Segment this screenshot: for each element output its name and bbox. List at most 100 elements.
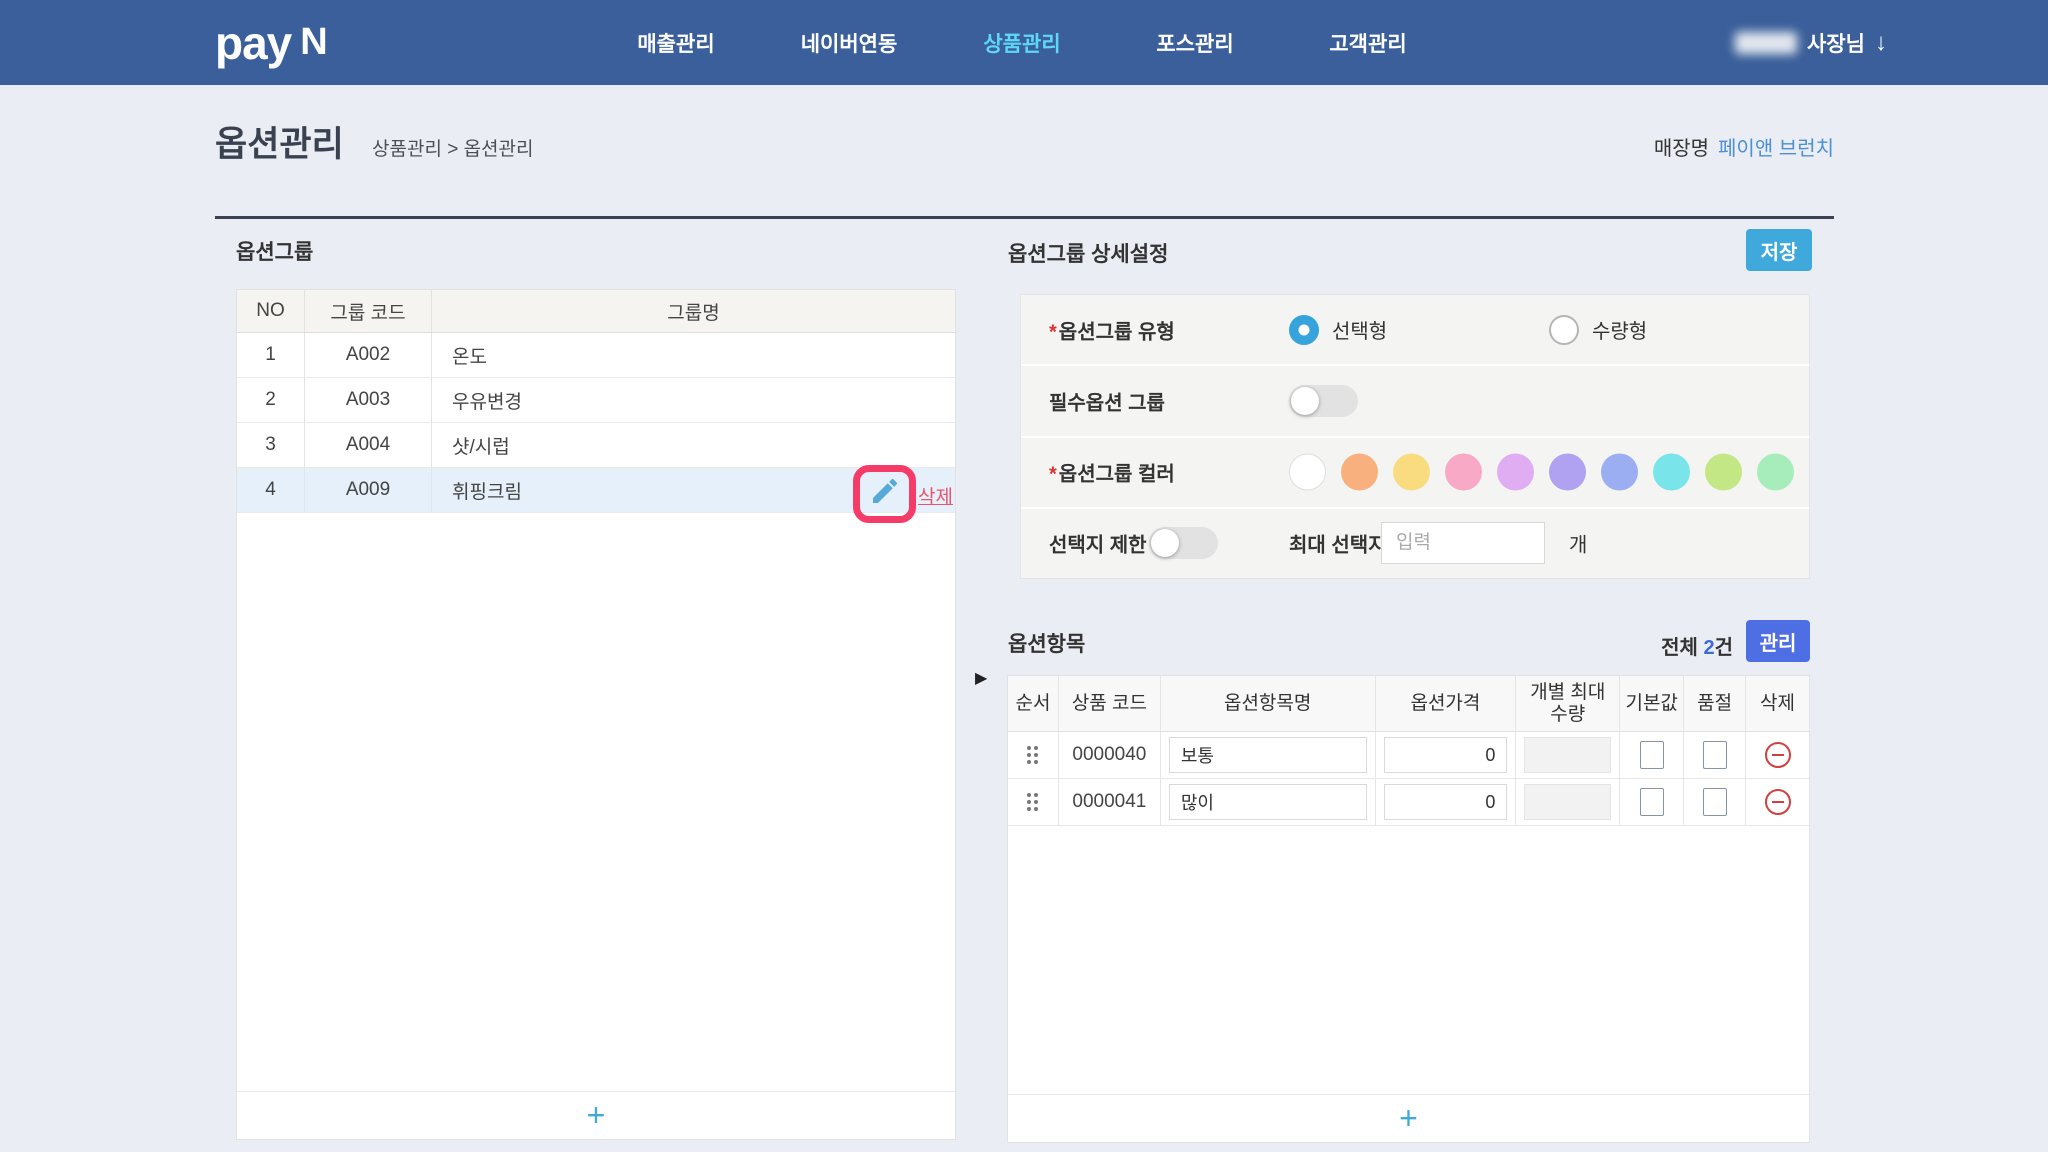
nav-item-products[interactable]: 상품관리 [962,0,1082,85]
option-item-row: 0000041 [1008,779,1809,826]
max-select-input[interactable] [1381,522,1545,564]
option-item-row: 0000040 [1008,732,1809,779]
item-maxqty-input-disabled [1524,737,1611,773]
header-divider [215,216,1834,219]
nav-item-pos[interactable]: 포스관리 [1135,0,1255,85]
drag-handle-icon[interactable] [1027,793,1038,811]
color-swatch[interactable] [1705,454,1742,491]
option-items-table: 순서 상품 코드 옵션항목명 옵션가격 개별 최대수량 기본값 품절 삭제 00… [1007,675,1810,1143]
color-swatch[interactable] [1445,454,1482,491]
delete-group-link[interactable]: 삭제 [918,482,953,509]
save-button[interactable]: 저장 [1746,229,1812,271]
option-items-title: 옵션항목 [1008,628,1085,658]
row-name: 샷/시럽 [432,423,955,467]
required-asterisk: * [1049,464,1057,486]
setting-row-color: *옵션그룹 컬러 [1021,438,1809,509]
item-price-input[interactable] [1384,737,1508,773]
option-group-table: NO 그룹 코드 그룹명 1 A002 온도 2 A003 우유변경 3 A00… [236,289,956,1140]
required-asterisk: * [1049,321,1057,343]
required-group-toggle[interactable] [1289,385,1358,417]
color-swatch[interactable] [1289,454,1326,491]
item-code: 0000041 [1059,779,1161,825]
row-no: 1 [237,333,305,377]
nav-item-customers[interactable]: 고객관리 [1308,0,1428,85]
color-swatch[interactable] [1757,454,1794,491]
radio-label: 선택형 [1332,315,1387,344]
option-items-table-header: 순서 상품 코드 옵션항목명 옵션가격 개별 최대수량 기본값 품절 삭제 [1008,676,1809,732]
manage-button[interactable]: 관리 [1746,620,1810,662]
col-product-code: 상품 코드 [1059,676,1161,731]
breadcrumb: 상품관리 > 옵션관리 [372,134,534,161]
option-group-title: 옵션그룹 [236,236,313,266]
item-price-input[interactable] [1384,784,1508,820]
row-name: 온도 [432,333,955,377]
limit-label: 선택지 제한 [1049,529,1147,558]
total-count-text: 전체 2건 [1661,631,1733,660]
color-swatch[interactable] [1601,454,1638,491]
col-soldout: 품절 [1684,676,1746,731]
pa yn-logo[interactable]: pay N [215,0,328,85]
max-select-label: 최대 선택지 [1289,529,1387,558]
detail-settings-title: 옵션그룹 상세설정 [1008,238,1168,268]
color-swatch[interactable] [1497,454,1534,491]
item-name-input[interactable] [1169,737,1367,773]
table-row[interactable]: 2 A003 우유변경 [237,378,955,423]
radio-selected-icon[interactable] [1289,315,1319,345]
row-name: 우유변경 [432,378,955,422]
radio-unselected-icon[interactable] [1549,315,1579,345]
color-swatch[interactable] [1549,454,1586,491]
remove-item-icon[interactable] [1765,789,1791,815]
row-no: 2 [237,378,305,422]
col-no: NO [237,290,305,332]
setting-row-required: 필수옵션 그룹 [1021,366,1809,437]
user-role-label: 사장님 [1807,28,1865,58]
soldout-checkbox[interactable] [1703,788,1727,816]
add-group-button[interactable]: + [237,1091,955,1139]
setting-row-limit: 선택지 제한 최대 선택지 개 [1021,509,1809,578]
collapse-caret-icon[interactable]: ▶ [975,668,987,688]
nav-item-sales[interactable]: 매출관리 [616,0,736,85]
default-checkbox[interactable] [1640,741,1664,769]
row-code: A009 [305,468,432,512]
item-maxqty-input-disabled [1524,784,1611,820]
limit-toggle[interactable] [1149,527,1218,559]
edit-pencil-icon[interactable] [869,475,901,507]
toggle-knob [1151,529,1179,557]
nav-item-naver-sync[interactable]: 네이버연동 [789,0,909,85]
chevron-down-icon[interactable]: ↓ [1875,29,1887,57]
table-row-selected[interactable]: 4 A009 휘핑크림 [237,468,955,513]
row-no: 3 [237,423,305,467]
col-default: 기본값 [1620,676,1684,731]
setting-row-type: *옵션그룹 유형 선택형 수량형 [1021,295,1809,366]
color-swatch[interactable] [1653,454,1690,491]
col-max-qty: 개별 최대수량 [1516,676,1620,731]
row-code: A004 [305,423,432,467]
logo-n-text: N [300,21,327,64]
radio-quantity-type[interactable]: 수량형 [1549,315,1647,345]
table-row[interactable]: 3 A004 샷/시럽 [237,423,955,468]
radio-select-type[interactable]: 선택형 [1289,315,1387,345]
item-name-input[interactable] [1169,784,1367,820]
add-item-button[interactable]: + [1008,1094,1809,1142]
drag-handle-icon[interactable] [1027,746,1038,764]
radio-label: 수량형 [1592,315,1647,344]
remove-item-icon[interactable] [1765,742,1791,768]
total-count-number: 2 [1703,637,1714,659]
col-price: 옵션가격 [1376,676,1517,731]
table-row[interactable]: 1 A002 온도 [237,333,955,378]
toggle-knob [1291,387,1319,415]
col-order: 순서 [1008,676,1059,731]
color-swatch[interactable] [1393,454,1430,491]
logo-pay-text: pay [215,16,291,70]
color-swatch[interactable] [1341,454,1378,491]
default-checkbox[interactable] [1640,788,1664,816]
page-title: 옵션관리 [215,116,344,167]
col-delete: 삭제 [1746,676,1809,731]
store-label: 매장명 [1654,132,1709,161]
store-name-link[interactable]: 페이앤 브런치 [1718,132,1834,161]
user-menu[interactable]: 사장님 ↓ [1735,0,1887,85]
item-code: 0000040 [1059,732,1161,778]
nav-menu: 매출관리 네이버연동 상품관리 포스관리 고객관리 [616,0,1481,85]
color-swatch-row [1289,454,1794,491]
soldout-checkbox[interactable] [1703,741,1727,769]
